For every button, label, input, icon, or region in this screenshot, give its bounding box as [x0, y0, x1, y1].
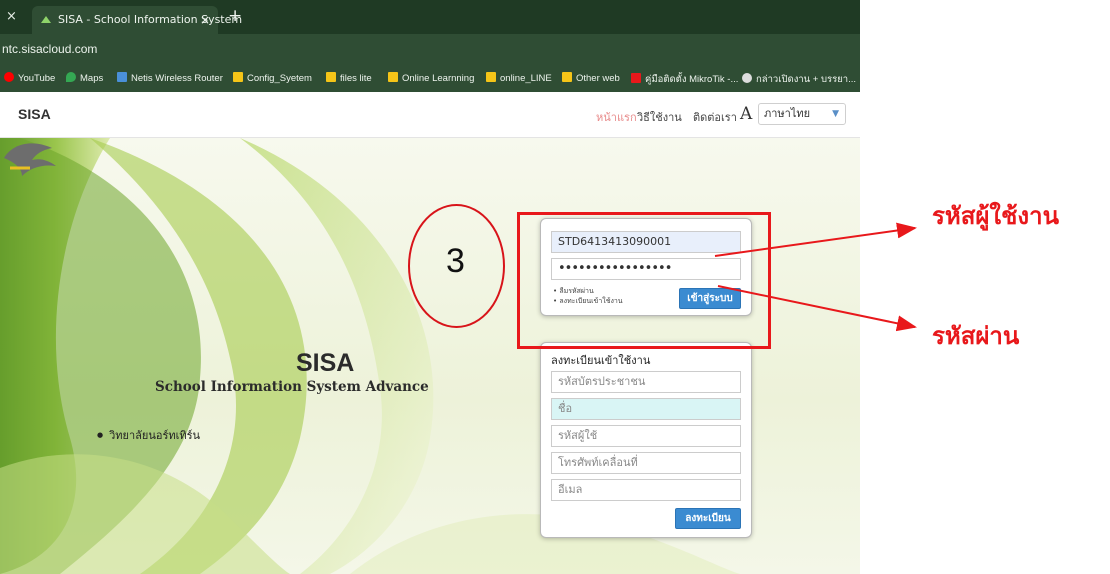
arrow-to-username-label: [714, 222, 917, 257]
annotation-arrows: [714, 222, 917, 332]
screenshot: × SISA - School Information System × + n…: [0, 0, 1110, 574]
arrow-to-password-label: [717, 285, 917, 332]
